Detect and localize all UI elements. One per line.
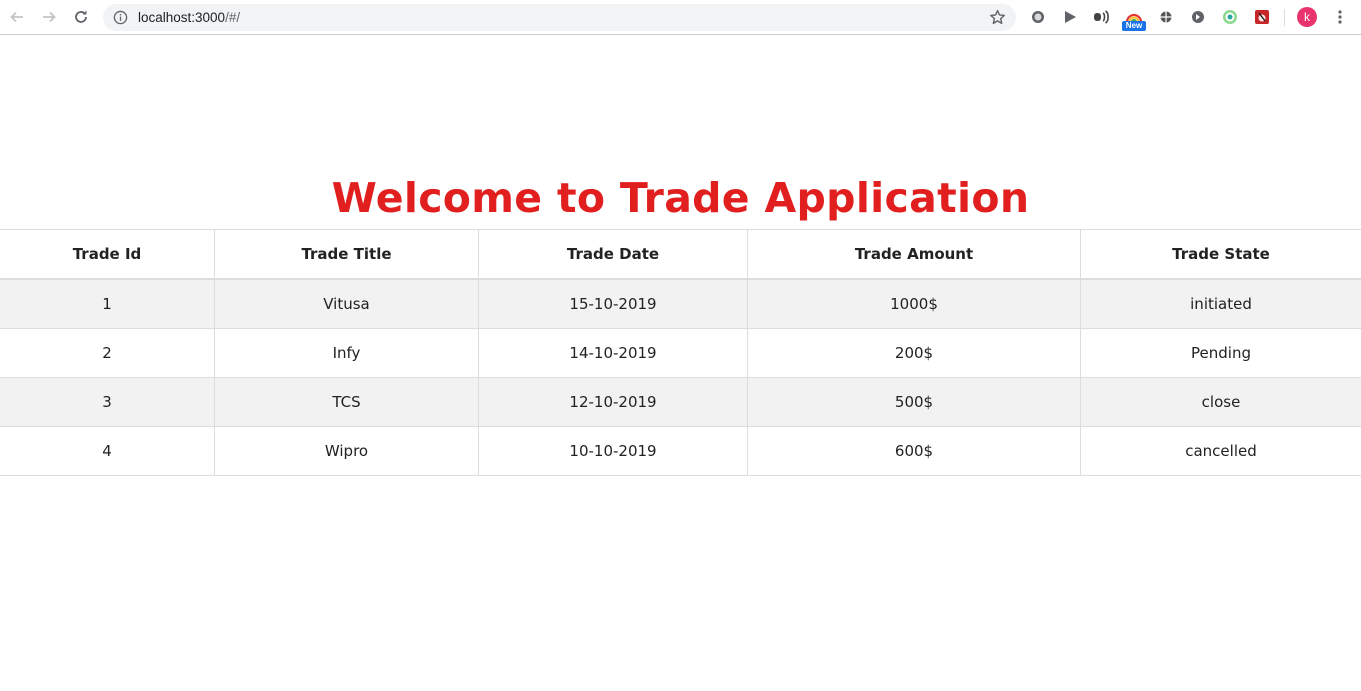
cell-trade-date: 14-10-2019: [478, 328, 748, 378]
trade-table: Trade Id Trade Title Trade Date Trade Am…: [0, 229, 1361, 476]
url-host: localhost:3000: [138, 10, 226, 25]
arrow-left-icon: [10, 11, 23, 23]
more-vert-icon: [1338, 10, 1342, 24]
header-trade-amount: Trade Amount: [747, 229, 1081, 280]
bookmark-star-icon[interactable]: [989, 9, 1006, 26]
table-row: 3 TCS 12-10-2019 500$ close: [0, 377, 1361, 427]
cell-trade-date: 12-10-2019: [478, 377, 748, 427]
cell-trade-id: 3: [0, 377, 215, 427]
globe-extension-icon[interactable]: [1156, 7, 1176, 27]
cell-trade-amount: 200$: [747, 328, 1081, 378]
back-button[interactable]: [6, 6, 28, 28]
cell-trade-state: close: [1080, 377, 1361, 427]
header-trade-state: Trade State: [1080, 229, 1361, 280]
cell-trade-date: 15-10-2019: [478, 278, 748, 329]
table-row: 4 Wipro 10-10-2019 600$ cancelled: [0, 426, 1361, 476]
table-row: 2 Infy 14-10-2019 200$ Pending: [0, 328, 1361, 378]
cell-trade-title: Vitusa: [214, 278, 479, 329]
url-path: /#/: [225, 10, 241, 25]
cell-trade-amount: 600$: [747, 426, 1081, 476]
url-text[interactable]: localhost:3000/#/: [138, 9, 240, 26]
profile-avatar[interactable]: k: [1297, 7, 1317, 27]
forward-button[interactable]: [38, 6, 60, 28]
header-trade-date: Trade Date: [478, 229, 748, 280]
tag-extension-icon[interactable]: [1188, 7, 1208, 27]
cell-trade-id: 4: [0, 426, 215, 476]
table-header-row: Trade Id Trade Title Trade Date Trade Am…: [0, 229, 1361, 280]
header-trade-title: Trade Title: [214, 229, 479, 280]
address-bar[interactable]: localhost:3000/#/: [103, 4, 1016, 31]
play-extension-icon[interactable]: [1060, 7, 1080, 27]
page-title: Welcome to Trade Application: [331, 174, 1030, 222]
cast-extension-icon[interactable]: [1092, 7, 1112, 27]
app-extension-icon[interactable]: [1252, 7, 1272, 27]
reload-button[interactable]: [70, 6, 92, 28]
circle-extension-icon[interactable]: [1028, 7, 1048, 27]
browser-toolbar: localhost:3000/#/ New k: [0, 0, 1361, 35]
cell-trade-title: Wipro: [214, 426, 479, 476]
header-trade-id: Trade Id: [0, 229, 215, 280]
cell-trade-state: cancelled: [1080, 426, 1361, 476]
cell-trade-title: Infy: [214, 328, 479, 378]
cell-trade-amount: 500$: [747, 377, 1081, 427]
cell-trade-title: TCS: [214, 377, 479, 427]
arrow-right-icon: [43, 11, 56, 23]
cell-trade-id: 1: [0, 278, 215, 329]
cell-trade-date: 10-10-2019: [478, 426, 748, 476]
new-badge: New: [1122, 21, 1146, 31]
table-row: 1 Vitusa 15-10-2019 1000$ initiated: [0, 278, 1361, 329]
cell-trade-state: initiated: [1080, 278, 1361, 329]
cell-trade-state: Pending: [1080, 328, 1361, 378]
target-extension-icon[interactable]: [1220, 7, 1240, 27]
toolbar-separator: [1284, 9, 1285, 26]
cell-trade-id: 2: [0, 328, 215, 378]
reload-icon: [75, 10, 87, 23]
browser-menu-button[interactable]: [1330, 7, 1350, 27]
cell-trade-amount: 1000$: [747, 278, 1081, 329]
info-icon[interactable]: [113, 10, 128, 25]
